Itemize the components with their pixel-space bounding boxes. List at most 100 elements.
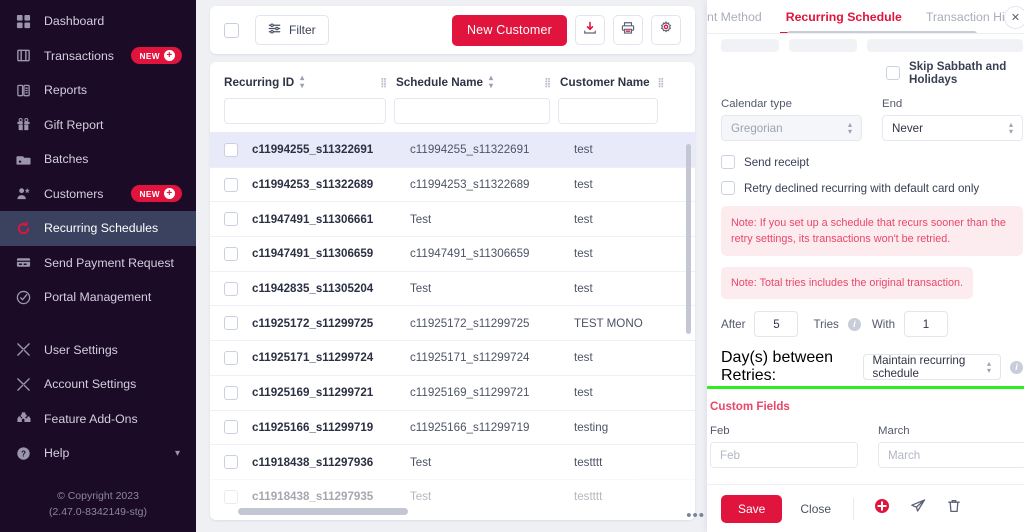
filter-input-customer-name[interactable] xyxy=(558,98,658,124)
sort-icon[interactable]: ▴▾ xyxy=(300,74,304,90)
custom-field-input-march[interactable]: March xyxy=(878,442,1024,468)
sidebar-item-recurring-schedules[interactable]: Recurring Schedules xyxy=(0,211,196,246)
row-checkbox[interactable] xyxy=(224,212,238,226)
table-row[interactable]: c11925169_s11299721 c11925169_s11299721 … xyxy=(210,375,695,410)
recurring-icon xyxy=(14,219,32,237)
new-customer-button[interactable]: New Customer xyxy=(452,15,567,46)
days-between-label: Day(s) between Retries: xyxy=(721,349,854,385)
column-grip-icon[interactable]: ⣿ xyxy=(658,80,664,85)
with-input[interactable]: 1 xyxy=(904,311,948,337)
save-button[interactable]: Save xyxy=(721,495,782,523)
sort-icon[interactable]: ▴▾ xyxy=(489,74,493,90)
delete-button[interactable] xyxy=(942,497,966,521)
column-label: Customer Name xyxy=(560,76,650,89)
table-vertical-scrollbar[interactable] xyxy=(686,144,691,334)
row-checkbox[interactable] xyxy=(224,316,238,330)
cell-recurring-id: c11925171_s11299724 xyxy=(252,351,410,364)
row-checkbox[interactable] xyxy=(224,490,238,504)
custom-field-input-feb[interactable]: Feb xyxy=(710,442,858,468)
sidebar-item-feature-add-ons[interactable]: Feature Add-Ons xyxy=(0,402,196,437)
sidebar-item-account-settings[interactable]: Account Settings xyxy=(0,367,196,402)
calendar-type-value: Gregorian xyxy=(731,122,783,135)
table-horizontal-scrollbar[interactable] xyxy=(238,508,408,515)
download-button[interactable] xyxy=(575,15,605,45)
copyright-line-2: (2.47.0-8342149-stg) xyxy=(0,504,196,520)
row-checkbox[interactable] xyxy=(224,351,238,365)
table-row[interactable]: c11925166_s11299719 c11925166_s11299719 … xyxy=(210,410,695,445)
cell-schedule-name: c11925169_s11299721 xyxy=(410,386,574,399)
filter-input-recurring-id[interactable] xyxy=(224,98,386,124)
row-checkbox[interactable] xyxy=(224,386,238,400)
row-checkbox[interactable] xyxy=(224,247,238,261)
tab-payment-method[interactable]: nt Method xyxy=(707,0,774,34)
end-label: End xyxy=(882,98,1023,110)
portal-icon xyxy=(14,288,32,306)
column-header-schedule-name[interactable]: Schedule Name ▴▾ ⣿ xyxy=(396,74,560,90)
column-grip-icon[interactable]: ⣿ xyxy=(380,80,386,85)
cell-customer-name: testing xyxy=(574,421,694,434)
table-row[interactable]: c11925171_s11299724 c11925171_s11299724 … xyxy=(210,340,695,375)
filter-input-schedule-name[interactable] xyxy=(394,98,550,124)
after-input[interactable]: 5 xyxy=(754,311,798,337)
row-checkbox[interactable] xyxy=(224,420,238,434)
column-grip-icon[interactable]: ⣿ xyxy=(544,80,550,85)
cell-customer-name: test xyxy=(574,282,694,295)
table-row[interactable]: c11947491_s11306661 Test test xyxy=(210,201,695,236)
settings-button[interactable] xyxy=(651,15,681,45)
days-between-select[interactable]: Maintain recurring schedule ▴▾ xyxy=(863,354,1001,380)
table-row[interactable]: c11947491_s11306659 c11947491_s11306659 … xyxy=(210,236,695,271)
column-header-customer-name[interactable]: Customer Name ⣿ xyxy=(560,76,695,89)
sidebar-item-dashboard[interactable]: Dashboard xyxy=(0,4,196,39)
skip-sabbath-checkbox[interactable] xyxy=(886,66,900,80)
customers-icon xyxy=(14,185,32,203)
payment-request-icon xyxy=(14,254,32,272)
tab-recurring-schedule[interactable]: Recurring Schedule xyxy=(774,0,914,34)
gear-icon xyxy=(659,21,673,40)
cell-recurring-id: c11925169_s11299721 xyxy=(252,386,410,399)
send-button[interactable] xyxy=(906,497,930,521)
sidebar-item-batches[interactable]: Batches xyxy=(0,142,196,177)
info-icon[interactable]: i xyxy=(848,318,861,331)
row-checkbox[interactable] xyxy=(224,143,238,157)
print-button[interactable] xyxy=(613,15,643,45)
end-select[interactable]: Never ▴▾ xyxy=(882,115,1023,141)
sidebar-item-user-settings[interactable]: User Settings xyxy=(0,333,196,368)
table-row[interactable]: c11994253_s11322689 c11994253_s11322689 … xyxy=(210,167,695,202)
sidebar-item-reports[interactable]: Reports xyxy=(0,73,196,108)
calendar-type-select[interactable]: Gregorian ▴▾ xyxy=(721,115,862,141)
table-row[interactable]: c11942835_s11305204 Test test xyxy=(210,271,695,306)
retry-attempts-row: After 5 Tries i With 1 xyxy=(721,311,1023,337)
table-row[interactable]: c11918438_s11297936 Test testttt xyxy=(210,444,695,479)
overflow-menu-icon[interactable]: ••• xyxy=(686,507,705,524)
partial-fields-row xyxy=(721,34,1023,52)
puzzle-icon xyxy=(14,410,32,428)
cell-customer-name: testttt xyxy=(574,490,694,503)
cell-schedule-name: c11925172_s11299725 xyxy=(410,317,574,330)
days-between-retries-row: Day(s) between Retries: Maintain recurri… xyxy=(721,349,1023,385)
sidebar-item-gift-report[interactable]: Gift Report xyxy=(0,108,196,143)
cancel-button[interactable]: Close xyxy=(794,502,837,516)
app-root: Dashboard Transactions NEW + Reports xyxy=(0,0,1024,532)
sidebar-item-customers[interactable]: Customers NEW + xyxy=(0,177,196,212)
sidebar-item-send-payment-request[interactable]: Send Payment Request xyxy=(0,246,196,281)
send-receipt-checkbox[interactable] xyxy=(721,155,735,169)
close-panel-button[interactable]: ✕ xyxy=(1004,6,1024,29)
row-checkbox[interactable] xyxy=(224,455,238,469)
row-checkbox[interactable] xyxy=(224,178,238,192)
select-all-checkbox[interactable] xyxy=(224,23,239,38)
custom-field-label: March xyxy=(878,425,1024,437)
sidebar-item-transactions[interactable]: Transactions NEW + xyxy=(0,39,196,74)
badge-label: NEW xyxy=(139,189,160,199)
table-row[interactable]: c11925172_s11299725 c11925172_s11299725 … xyxy=(210,305,695,340)
filter-button[interactable]: Filter xyxy=(255,15,329,45)
info-icon[interactable]: i xyxy=(1010,361,1023,374)
sidebar-item-help[interactable]: ? Help ▾ xyxy=(0,436,196,471)
row-checkbox[interactable] xyxy=(224,282,238,296)
table-row[interactable]: c11994255_s11322691 c11994255_s11322691 … xyxy=(210,132,695,167)
batches-icon xyxy=(14,150,32,168)
column-header-recurring-id[interactable]: Recurring ID ▴▾ ⣿ xyxy=(224,74,396,90)
add-button[interactable] xyxy=(870,497,894,521)
retry-declined-checkbox[interactable] xyxy=(721,181,735,195)
sidebar-item-portal-management[interactable]: Portal Management xyxy=(0,280,196,315)
cell-schedule-name: c11947491_s11306659 xyxy=(410,247,574,260)
